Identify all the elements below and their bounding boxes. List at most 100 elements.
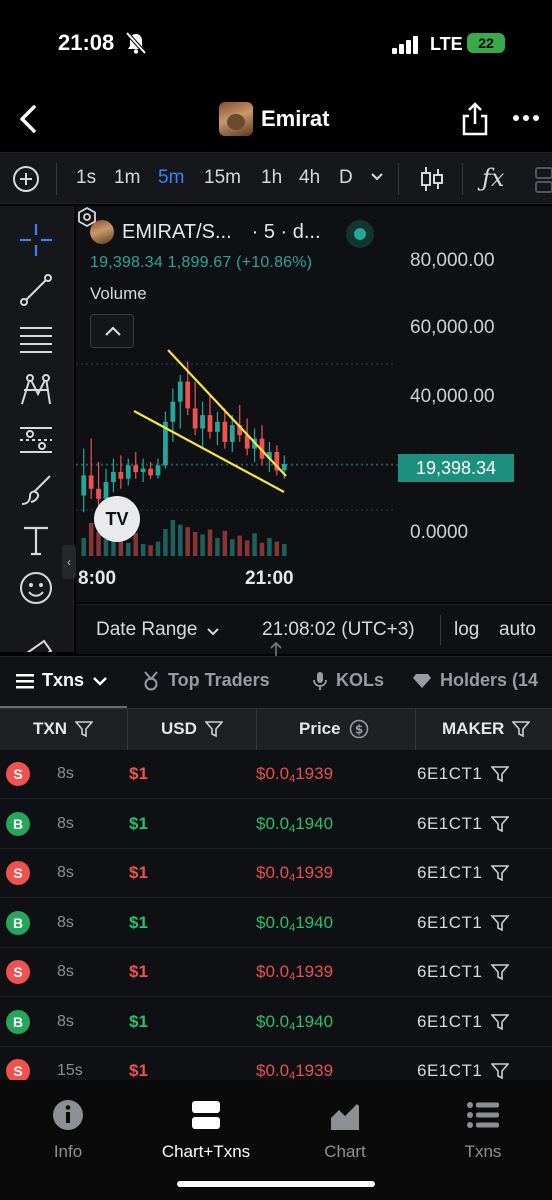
column-header-txn[interactable]: TXN bbox=[33, 719, 93, 739]
timestamp-utc[interactable]: 21:08:02 (UTC+3) bbox=[262, 619, 415, 641]
trend-line-icon[interactable] bbox=[18, 272, 54, 308]
txn-age: 15s bbox=[57, 1062, 83, 1079]
more-options-icon[interactable] bbox=[512, 104, 540, 132]
layout-icon[interactable] bbox=[534, 167, 552, 193]
txn-maker[interactable]: 6E1CT1 bbox=[417, 962, 482, 982]
list-icon bbox=[467, 1102, 499, 1128]
auto-scale-icon[interactable] bbox=[76, 206, 98, 228]
candlestick-type-icon[interactable] bbox=[420, 165, 444, 193]
tradingview-logo[interactable]: TV bbox=[94, 496, 140, 542]
volume-bar bbox=[267, 538, 272, 556]
emoji-icon[interactable] bbox=[18, 570, 54, 606]
timeframe-1s[interactable]: 1s bbox=[76, 167, 96, 189]
timeframe-1h[interactable]: 1h bbox=[261, 167, 282, 189]
brush-icon[interactable] bbox=[18, 472, 54, 508]
filter-icon[interactable] bbox=[75, 720, 93, 738]
collapse-legend-button[interactable] bbox=[90, 314, 134, 348]
chevron-down-icon[interactable] bbox=[369, 171, 385, 183]
pattern-icon[interactable] bbox=[18, 372, 54, 408]
header-label: MAKER bbox=[442, 719, 505, 738]
column-divider bbox=[127, 709, 128, 751]
timeframe-d[interactable]: D bbox=[339, 167, 353, 189]
filter-icon[interactable] bbox=[512, 720, 531, 738]
timeframe-5m[interactable]: 5m bbox=[158, 167, 184, 189]
txn-age: 8s bbox=[57, 814, 74, 832]
nav-chart-txns[interactable]: Chart+Txns bbox=[146, 1098, 266, 1162]
svg-text:$: $ bbox=[354, 723, 362, 737]
candle-body bbox=[140, 468, 146, 473]
date-range-button[interactable]: Date Range bbox=[96, 619, 197, 641]
log-scale-toggle[interactable]: log bbox=[454, 619, 479, 641]
price-prefix: $0.0 bbox=[256, 863, 290, 882]
filter-icon[interactable] bbox=[204, 720, 223, 738]
column-header-price[interactable]: Price $ bbox=[299, 719, 369, 739]
candle-body bbox=[229, 425, 235, 442]
nav-info[interactable]: Info bbox=[8, 1098, 128, 1162]
share-icon[interactable] bbox=[460, 102, 490, 136]
indicators-fx-icon[interactable]: ƒx bbox=[482, 164, 504, 192]
txn-maker[interactable]: 6E1CT1 bbox=[417, 913, 482, 933]
txn-usd: $1 bbox=[129, 912, 148, 932]
column-header-maker[interactable]: MAKER bbox=[442, 719, 531, 739]
volume-bar bbox=[244, 540, 250, 556]
timeframe-15m[interactable]: 15m bbox=[204, 167, 241, 189]
info-icon bbox=[53, 1100, 83, 1130]
txn-maker[interactable]: 6E1CT1 bbox=[417, 1061, 482, 1080]
txn-maker[interactable]: 6E1CT1 bbox=[417, 1012, 482, 1032]
filter-icon[interactable] bbox=[491, 864, 509, 882]
filter-icon[interactable] bbox=[491, 1062, 509, 1080]
auto-scale-toggle[interactable]: auto bbox=[499, 619, 536, 641]
tools-collapse-handle[interactable]: ‹ bbox=[62, 545, 76, 579]
txn-usd: $1 bbox=[129, 863, 148, 882]
nav-chart[interactable]: Chart bbox=[285, 1098, 405, 1162]
side-badge: S bbox=[6, 1059, 30, 1080]
price-digits: 1940 bbox=[295, 813, 334, 833]
table-row[interactable]: B 8s $1 $0.041940 6E1CT1 bbox=[0, 899, 552, 948]
x-axis-label: 21:00 bbox=[245, 568, 294, 589]
timeframe-1m[interactable]: 1m bbox=[114, 167, 140, 189]
tab-top-traders[interactable]: Top Traders bbox=[142, 670, 270, 691]
volume-bar bbox=[133, 533, 138, 556]
table-row[interactable]: S 15s $1 $0.041939 6E1CT1 bbox=[0, 1047, 552, 1080]
txn-maker[interactable]: 6E1CT1 bbox=[417, 764, 482, 784]
table-row[interactable]: B 8s $1 $0.041940 6E1CT1 bbox=[0, 998, 552, 1047]
filter-icon[interactable] bbox=[491, 1013, 509, 1031]
fib-levels-icon[interactable] bbox=[18, 322, 54, 358]
chart-toolbar: 1s 1m 5m 15m 1h 4h D ƒx bbox=[0, 152, 552, 204]
volume-bar bbox=[185, 527, 190, 556]
column-divider bbox=[256, 709, 257, 751]
crosshair-icon[interactable] bbox=[18, 222, 54, 258]
txn-usd: $1 bbox=[129, 1061, 148, 1080]
tab-txns[interactable]: Txns bbox=[16, 670, 108, 691]
y-axis-label: 60,000.00 bbox=[410, 317, 495, 338]
table-row[interactable]: B 8s $1 $0.041940 6E1CT1 bbox=[0, 800, 552, 849]
prediction-icon[interactable] bbox=[18, 422, 54, 458]
interval-info: · 5 · d... bbox=[251, 220, 321, 243]
txn-maker[interactable]: 6E1CT1 bbox=[417, 814, 482, 834]
home-indicator bbox=[177, 1181, 375, 1187]
price-chart[interactable]: EMIRAT/S... · 5 · d... 19,398.34 1,899.6… bbox=[76, 206, 552, 602]
chevron-up-icon bbox=[105, 326, 121, 336]
column-header-usd[interactable]: USD bbox=[161, 719, 223, 739]
ruler-icon[interactable] bbox=[18, 634, 54, 652]
currency-toggle-icon[interactable]: $ bbox=[349, 719, 369, 739]
filter-icon[interactable] bbox=[491, 765, 509, 783]
back-chevron-icon[interactable] bbox=[14, 102, 44, 136]
nav-txns[interactable]: Txns bbox=[423, 1098, 543, 1162]
volume-bar bbox=[126, 542, 131, 556]
table-row[interactable]: S 8s $1 $0.041939 6E1CT1 bbox=[0, 750, 552, 799]
filter-icon[interactable] bbox=[491, 914, 509, 932]
add-indicator-icon[interactable] bbox=[12, 165, 40, 193]
price-digits: 1939 bbox=[295, 962, 334, 981]
text-tool-icon[interactable] bbox=[18, 522, 54, 558]
tab-kols[interactable]: KOLs bbox=[312, 670, 384, 691]
timeframe-4h[interactable]: 4h bbox=[299, 167, 320, 189]
side-badge: B bbox=[6, 1009, 30, 1034]
transactions-table: S 8s $1 $0.041939 6E1CT1 B 8s $1 $0.041940 6E1CT1… bbox=[0, 750, 552, 1080]
table-row[interactable]: S 8s $1 $0.041939 6E1CT1 bbox=[0, 849, 552, 898]
txn-maker[interactable]: 6E1CT1 bbox=[417, 863, 482, 883]
filter-icon[interactable] bbox=[491, 963, 509, 981]
table-row[interactable]: S 8s $1 $0.041939 6E1CT1 bbox=[0, 948, 552, 997]
tab-holders[interactable]: Holders (14 bbox=[412, 670, 538, 691]
filter-icon[interactable] bbox=[491, 815, 509, 833]
